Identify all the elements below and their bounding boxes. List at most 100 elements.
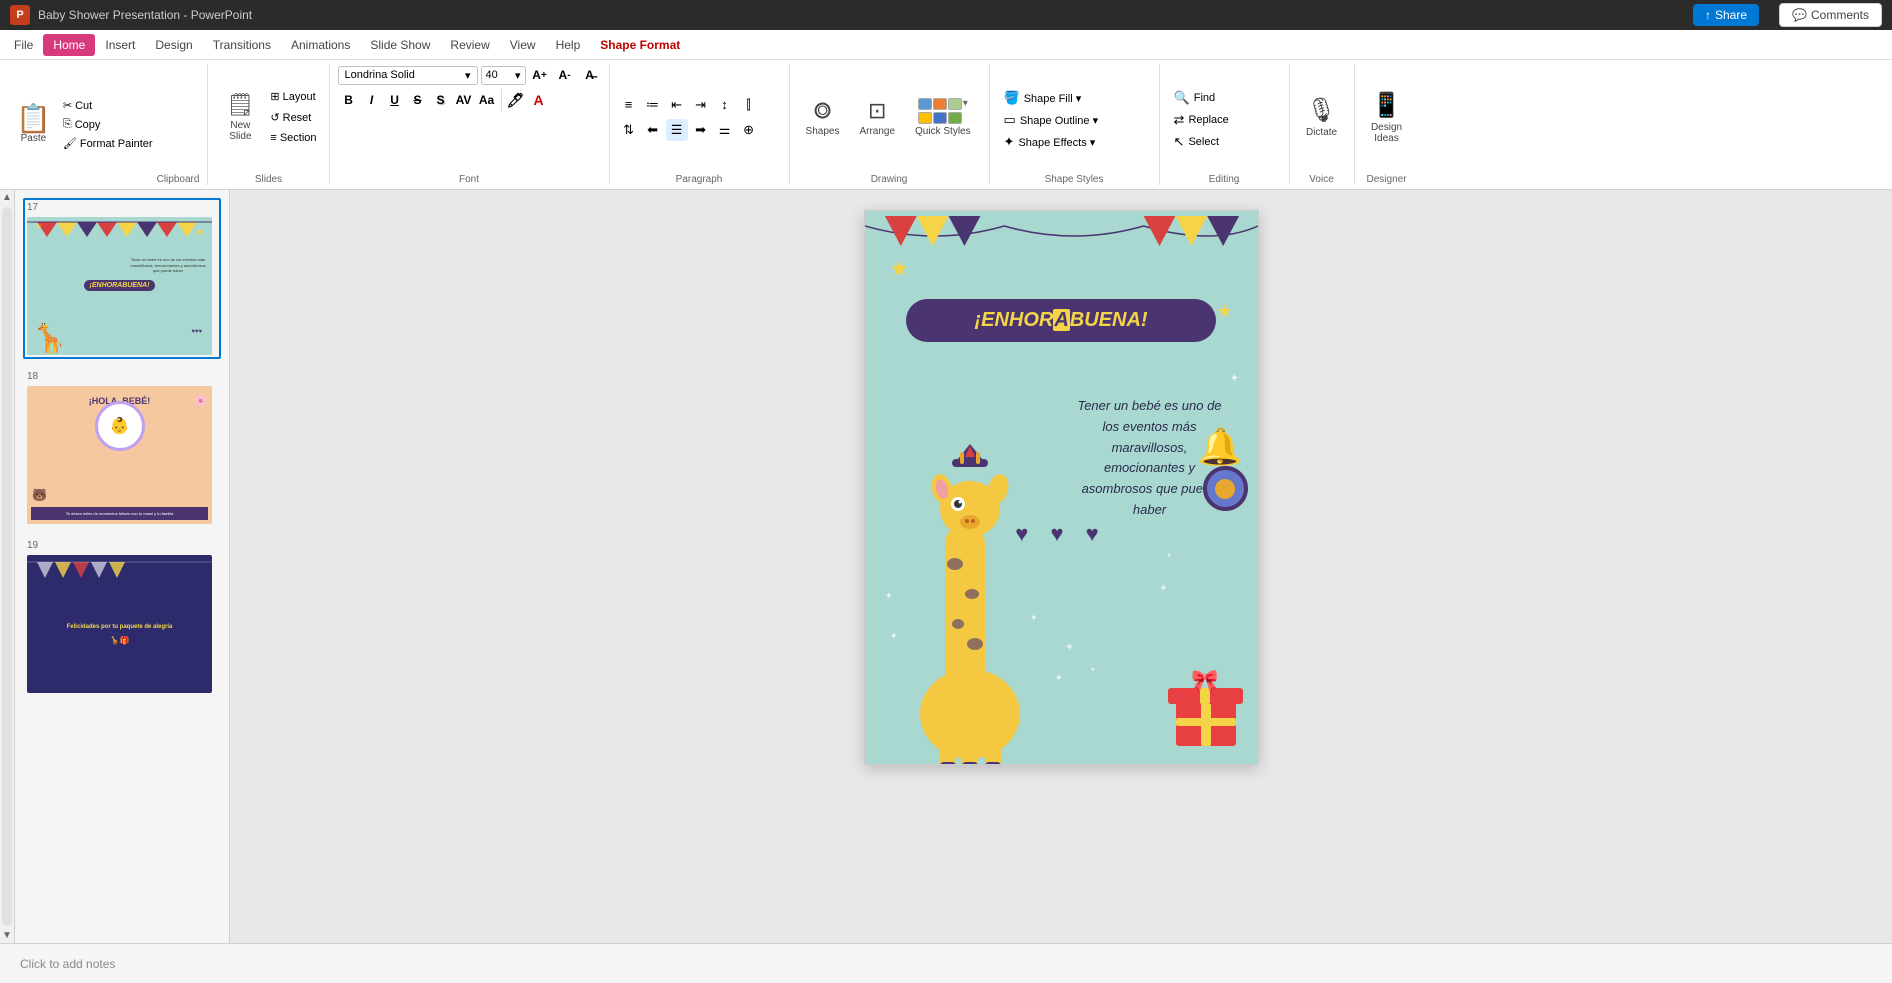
slide-number-17: 17 bbox=[27, 202, 38, 213]
cut-icon: ✂ bbox=[63, 99, 72, 112]
shape-effects-icon: ✦ bbox=[1004, 134, 1015, 150]
find-icon: 🔍 bbox=[1174, 90, 1190, 106]
menu-item-help[interactable]: Help bbox=[546, 34, 591, 56]
replace-icon: ⇄ bbox=[1174, 112, 1185, 128]
copy-button[interactable]: ⎘ Copy bbox=[59, 116, 157, 133]
dictate-button[interactable]: 🎙 Dictate bbox=[1298, 92, 1346, 142]
font-size-value: 40 bbox=[486, 69, 498, 81]
arrange-button[interactable]: ⊡ Arrange bbox=[851, 94, 903, 141]
numbered-list-button[interactable]: ≔ bbox=[642, 94, 664, 116]
strikethrough-button[interactable]: S bbox=[407, 89, 429, 111]
menu-item-review[interactable]: Review bbox=[440, 34, 499, 56]
font-selector[interactable]: Londrina Solid ▾ bbox=[338, 66, 478, 85]
powerpoint-logo-icon: P bbox=[10, 5, 30, 25]
shape-outline-button[interactable]: ▭ Shape Outline ▾ bbox=[998, 110, 1105, 130]
select-icon: ↖ bbox=[1174, 134, 1185, 150]
find-button[interactable]: 🔍 Find bbox=[1168, 88, 1235, 108]
menu-item-file[interactable]: File bbox=[4, 34, 43, 56]
menu-item-insert[interactable]: Insert bbox=[95, 34, 145, 56]
text-direction-button[interactable]: ⇅ bbox=[618, 119, 640, 141]
select-button[interactable]: ↖ Select bbox=[1168, 132, 1235, 152]
decrease-font-button[interactable]: A- bbox=[554, 64, 576, 86]
comments-button[interactable]: 💬 Comments bbox=[1779, 3, 1882, 27]
main-slide[interactable]: ★ ★ ✦ ✦ ✦ ✦ ✦ ✦ ¡ENHORABUENA! bbox=[864, 210, 1259, 765]
shape-styles-label: Shape Styles bbox=[1045, 170, 1104, 185]
cut-button[interactable]: ✂ Cut bbox=[59, 97, 157, 114]
underline-button[interactable]: U bbox=[384, 89, 406, 111]
slide-thumb-18[interactable]: 18 ¡HOLA, BEBÉ! 👶 Te deseo miles de mome… bbox=[23, 367, 221, 528]
increase-indent-button[interactable]: ⇥ bbox=[690, 94, 712, 116]
columns-button[interactable]: ⫿ bbox=[738, 94, 760, 116]
replace-button[interactable]: ⇄ Replace bbox=[1168, 110, 1235, 130]
font-group: Londrina Solid ▾ 40 ▾ A+ A- A̶ B I U bbox=[330, 64, 610, 185]
shapes-button[interactable]: ⭗ Shapes bbox=[798, 94, 848, 141]
bullet-list-button[interactable]: ≡ bbox=[618, 94, 640, 116]
reset-label: Reset bbox=[283, 112, 312, 124]
designer-group: 📱 Design Ideas Designer bbox=[1355, 64, 1419, 185]
copy-icon: ⎘ bbox=[63, 118, 72, 131]
design-ideas-label: Design Ideas bbox=[1371, 122, 1402, 144]
shapes-icon: ⭗ bbox=[814, 98, 831, 124]
main-slide-title[interactable]: ¡ENHORABUENA! bbox=[906, 299, 1216, 342]
font-size-selector[interactable]: 40 ▾ bbox=[481, 66, 526, 85]
menu-item-home[interactable]: Home bbox=[43, 34, 95, 56]
menu-item-transitions[interactable]: Transitions bbox=[203, 34, 281, 56]
smartart-convert-button[interactable]: ⊕ bbox=[738, 119, 760, 141]
slide-panel: 17 ¡ENHORABUENA! bbox=[15, 190, 230, 943]
reset-button[interactable]: ↺ Reset bbox=[266, 109, 320, 126]
slide-thumb-19[interactable]: 19 Felicidades por tu paquete de ale bbox=[23, 536, 221, 697]
shapes-label: Shapes bbox=[806, 126, 840, 137]
layout-button[interactable]: ⊞ Layout bbox=[266, 88, 320, 105]
voice-group: 🎙 Dictate Voice bbox=[1290, 64, 1355, 185]
designer-label: Designer bbox=[1367, 170, 1407, 185]
justify-button[interactable]: ⚌ bbox=[714, 119, 736, 141]
text-case-button[interactable]: Aa bbox=[476, 89, 498, 111]
increase-font-button[interactable]: A+ bbox=[529, 64, 551, 86]
format-painter-button[interactable]: 🖌 Format Painter bbox=[59, 135, 157, 152]
menu-item-animations[interactable]: Animations bbox=[281, 34, 360, 56]
menu-item-slideshow[interactable]: Slide Show bbox=[360, 34, 440, 56]
paste-icon: 📋 bbox=[16, 105, 51, 133]
quick-styles-dropdown-icon[interactable]: ▾ bbox=[963, 98, 968, 110]
shape-effects-button[interactable]: ✦ Shape Effects ▾ bbox=[998, 132, 1105, 152]
vertical-scroll-bar[interactable]: ▲ ▼ bbox=[0, 190, 15, 943]
decrease-indent-button[interactable]: ⇤ bbox=[666, 94, 688, 116]
slide-thumb-17[interactable]: 17 ¡ENHORABUENA! bbox=[23, 198, 221, 359]
scroll-up-arrow[interactable]: ▲ bbox=[0, 190, 15, 205]
slide-number-18: 18 bbox=[27, 371, 38, 382]
clear-format-button[interactable]: A̶ bbox=[579, 64, 601, 86]
share-icon: ↑ bbox=[1705, 8, 1711, 22]
notes-bar[interactable]: Click to add notes bbox=[0, 943, 1892, 983]
font-color-button[interactable]: A bbox=[528, 89, 550, 111]
design-ideas-icon: 📱 bbox=[1372, 91, 1402, 120]
menu-item-view[interactable]: View bbox=[500, 34, 546, 56]
new-slide-button[interactable]: 🗒 New Slide bbox=[216, 88, 264, 146]
align-center-button[interactable]: ☰ bbox=[666, 119, 688, 141]
section-button[interactable]: ≡ Section bbox=[266, 130, 320, 146]
new-slide-label: New Slide bbox=[229, 120, 251, 142]
arrange-label: Arrange bbox=[859, 126, 895, 137]
comments-icon: 💬 bbox=[1792, 8, 1807, 22]
italic-button[interactable]: I bbox=[361, 89, 383, 111]
replace-label: Replace bbox=[1188, 114, 1228, 126]
align-left-button[interactable]: ⬅ bbox=[642, 119, 664, 141]
menu-item-shapeformat[interactable]: Shape Format bbox=[590, 34, 690, 56]
cut-label: Cut bbox=[75, 100, 92, 112]
align-right-button[interactable]: ➡ bbox=[690, 119, 712, 141]
text-highlight-button[interactable]: 🖊 bbox=[505, 89, 527, 111]
design-ideas-button[interactable]: 📱 Design Ideas bbox=[1363, 87, 1411, 148]
paragraph-label: Paragraph bbox=[676, 170, 723, 185]
share-button[interactable]: ↑ Share bbox=[1693, 4, 1759, 26]
bold-button[interactable]: B bbox=[338, 89, 360, 111]
shape-fill-label: Shape Fill ▾ bbox=[1024, 92, 1082, 105]
menu-item-design[interactable]: Design bbox=[145, 34, 202, 56]
paragraph-group: ≡ ≔ ⇤ ⇥ ↕ ⫿ ⇅ ⬅ ☰ ➡ ⚌ ⊕ Paragraph bbox=[610, 64, 790, 185]
line-spacing-button[interactable]: ↕ bbox=[714, 94, 736, 116]
shape-fill-button[interactable]: 🪣 Shape Fill ▾ bbox=[998, 88, 1105, 108]
scroll-track[interactable] bbox=[2, 207, 12, 926]
char-spacing-button[interactable]: AV bbox=[453, 89, 475, 111]
quick-styles-button[interactable]: ▾ Quick Styles bbox=[907, 94, 979, 141]
paste-button[interactable]: 📋 Paste bbox=[8, 64, 59, 185]
scroll-down-arrow[interactable]: ▼ bbox=[0, 928, 15, 943]
shadow-button[interactable]: S bbox=[430, 89, 452, 111]
